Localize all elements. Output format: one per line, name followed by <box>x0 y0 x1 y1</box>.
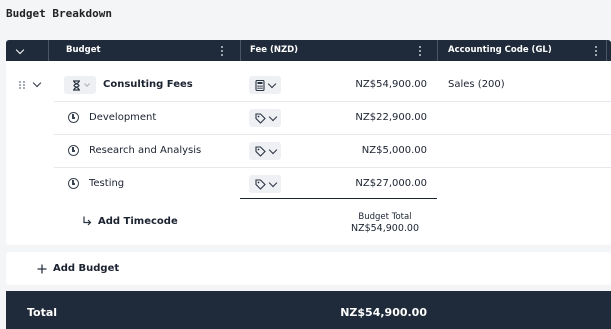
budget-type-selector[interactable] <box>64 76 96 94</box>
chevron-down-icon <box>268 145 277 154</box>
plus-icon <box>37 264 47 273</box>
chevron-down-icon <box>83 81 90 87</box>
expand-all-toggle[interactable] <box>15 41 25 62</box>
budget-total-value: NZ$54,900.00 <box>350 223 419 234</box>
tag-icon <box>254 178 266 190</box>
add-budget-label: Add Budget <box>53 263 120 274</box>
budget-total: Budget Total NZ$54,900.00 <box>351 212 419 234</box>
clock-icon <box>68 178 79 189</box>
table-row[interactable]: Consulting Fees NZ$54,900.00 Sales (200) <box>6 68 611 101</box>
fee-type-selector[interactable] <box>249 109 281 127</box>
column-menu-icon[interactable] <box>220 46 223 56</box>
budget-name: Consulting Fees <box>103 79 193 90</box>
drag-handle-icon[interactable] <box>18 68 26 101</box>
fee-type-selector[interactable] <box>249 175 281 193</box>
chevron-down-icon <box>32 78 42 88</box>
accounting-code-value: Sales (200) <box>448 79 505 90</box>
column-header-fee[interactable]: Fee (NZD) <box>250 40 298 61</box>
add-timecode-button[interactable]: Add Timecode <box>82 209 178 233</box>
page-title: Budget Breakdown <box>6 7 112 20</box>
tag-icon <box>254 112 266 124</box>
timecode-name: Research and Analysis <box>89 145 202 156</box>
budget-table: Budget Fee (NZD) Accounting Code (GL) Co… <box>6 40 611 245</box>
table-row[interactable]: Development NZ$22,900.00 <box>6 101 611 134</box>
grand-total-label: Total <box>27 306 58 319</box>
fee-value: NZ$54,900.00 <box>355 79 427 90</box>
fee-value: NZ$5,000.00 <box>361 145 427 156</box>
column-menu-icon[interactable] <box>418 46 421 56</box>
row-collapse-toggle[interactable] <box>32 68 42 101</box>
table-row[interactable]: Research and Analysis NZ$5,000.00 <box>6 134 611 167</box>
budget-total-label: Budget Total <box>358 212 412 222</box>
chevron-down-icon <box>268 178 277 187</box>
fee-value: NZ$22,900.00 <box>355 112 427 123</box>
column-menu-icon[interactable] <box>594 46 597 56</box>
subtotal-rule <box>240 198 437 199</box>
table-header: Budget Fee (NZD) Accounting Code (GL) <box>6 40 611 61</box>
chevron-down-icon <box>15 45 25 55</box>
fee-type-selector[interactable] <box>249 76 281 94</box>
clock-icon <box>68 145 79 156</box>
add-budget-button[interactable]: Add Budget <box>6 252 611 285</box>
fee-type-selector[interactable] <box>249 142 281 160</box>
tag-icon <box>254 145 266 157</box>
grand-total-value: NZ$54,900.00 <box>340 306 427 319</box>
chevron-down-icon <box>267 79 277 88</box>
timecode-name: Testing <box>89 178 125 189</box>
column-header-budget[interactable]: Budget <box>66 40 101 61</box>
chevron-down-icon <box>268 112 277 121</box>
hourglass-icon <box>72 79 80 91</box>
calculator-icon <box>255 79 265 91</box>
grand-total-bar: Total NZ$54,900.00 <box>6 291 611 329</box>
timecode-name: Development <box>89 112 157 123</box>
column-header-accounting-code[interactable]: Accounting Code (GL) <box>448 40 552 61</box>
table-row[interactable]: Testing NZ$27,000.00 <box>6 167 611 200</box>
arrow-down-right-icon <box>83 216 92 225</box>
add-timecode-label: Add Timecode <box>98 215 178 227</box>
clock-icon <box>68 112 79 123</box>
fee-value: NZ$27,000.00 <box>355 178 427 189</box>
